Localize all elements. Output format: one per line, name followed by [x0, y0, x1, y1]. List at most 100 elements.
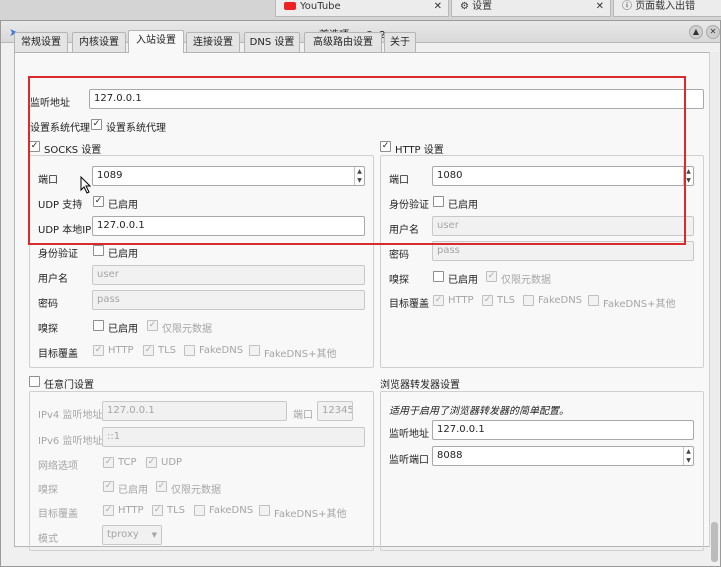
tab-routing[interactable]: 高级路由设置: [304, 32, 382, 52]
socks-sniff-checkbox[interactable]: [93, 320, 104, 331]
socks-auth-checkbox[interactable]: [93, 245, 104, 256]
vertical-scrollbar[interactable]: [709, 52, 719, 562]
http-target-fakedns-other-label: FakeDNS+其他: [603, 299, 676, 310]
socks-title: SOCKS 设置: [44, 145, 102, 156]
browser-tab-youtube[interactable]: YouTube ✕: [275, 0, 449, 17]
tproxy-meta-label: 仅限元数据: [171, 485, 221, 496]
tproxy-target-fakedns-label: FakeDNS: [209, 505, 254, 516]
close-icon[interactable]: ✕: [434, 0, 442, 14]
http-user-input[interactable]: user: [432, 216, 694, 236]
tproxy-meta-checkbox[interactable]: ✓: [156, 481, 167, 492]
socks-udp-label: UDP 支持: [38, 200, 83, 211]
tproxy-port-input[interactable]: 12345: [317, 401, 353, 421]
socks-user-label: 用户名: [38, 274, 68, 285]
forwarder-title: 浏览器转发器设置: [380, 380, 460, 391]
system-proxy-check-label: 设置系统代理: [106, 123, 166, 134]
http-sniff-label: 嗅探: [389, 275, 409, 286]
port-spinner-icon[interactable]: ▲ ▼: [683, 167, 693, 185]
tab-connection[interactable]: 连接设置: [186, 32, 240, 52]
http-user-label: 用户名: [389, 225, 419, 236]
tproxy-mode-select[interactable]: tproxy ▼: [102, 525, 162, 545]
tproxy-tcp-label: TCP: [118, 457, 137, 468]
gear-icon: ⚙: [460, 1, 473, 12]
tproxy-sniff-label: 嗅探: [38, 485, 58, 496]
browser-tab-bar: YouTube ✕ ⚙ 设置 ✕ ⓘ 页面载入出错: [0, 0, 721, 20]
socks-meta-checkbox[interactable]: ✓: [147, 320, 158, 331]
port-spinner-icon[interactable]: ▲ ▼: [354, 167, 364, 185]
socks-udp-checkbox[interactable]: ✓: [93, 196, 104, 207]
tab-about[interactable]: 关于: [384, 32, 416, 52]
system-proxy-checkbox[interactable]: ✓: [91, 119, 102, 130]
socks-meta-label: 仅限元数据: [162, 324, 212, 335]
minimize-button[interactable]: ▲: [689, 25, 703, 39]
tproxy-sniff-checkbox[interactable]: ✓: [103, 481, 114, 492]
scrollbar-thumb[interactable]: [711, 522, 718, 562]
http-target-http-checkbox[interactable]: ✓: [433, 295, 444, 306]
tproxy-port-label: 端口: [293, 410, 313, 421]
info-icon: ⓘ: [622, 1, 636, 12]
http-auth-check-label: 已启用: [448, 200, 478, 211]
socks-pass-input[interactable]: pass: [92, 290, 365, 310]
tproxy-target-http-checkbox[interactable]: ✓: [103, 505, 114, 516]
socks-pass-label: 密码: [38, 299, 58, 310]
socks-target-fakedns-checkbox[interactable]: [184, 345, 195, 356]
socks-target-fakedns-other-label: FakeDNS+其他: [264, 349, 337, 360]
http-auth-label: 身份验证: [389, 200, 429, 211]
http-port-label: 端口: [389, 175, 409, 186]
tab-kernel[interactable]: 内核设置: [72, 32, 126, 52]
http-target-fakedns-label: FakeDNS: [538, 295, 583, 306]
chevron-down-icon: ▼: [151, 531, 157, 539]
youtube-icon: [284, 2, 296, 10]
tproxy-target-http-label: HTTP: [118, 505, 144, 516]
http-target-http-label: HTTP: [448, 295, 474, 306]
socks-port-label: 端口: [38, 175, 58, 186]
close-button[interactable]: ✕: [706, 25, 720, 39]
http-sniff-checkbox[interactable]: [433, 271, 444, 282]
forwarder-address-label: 监听地址: [389, 429, 429, 440]
socks-target-tls-checkbox[interactable]: ✓: [143, 345, 154, 356]
browser-tab-error[interactable]: ⓘ 页面载入出错: [613, 0, 721, 17]
http-target-fakedns-other-checkbox[interactable]: [588, 295, 599, 306]
forwarder-address-input[interactable]: 127.0.0.1: [432, 420, 694, 440]
http-auth-checkbox[interactable]: [433, 196, 444, 207]
forwarder-description: 适用于启用了浏览器转发器的简单配置。: [389, 406, 569, 417]
tproxy-udp-label: UDP: [161, 457, 183, 468]
socks-port-input[interactable]: 1089 ▲ ▼: [92, 166, 365, 186]
tab-dns[interactable]: DNS 设置: [244, 32, 300, 52]
http-meta-checkbox[interactable]: ✓: [486, 271, 497, 282]
socks-user-input[interactable]: user: [92, 265, 365, 285]
socks-target-http-checkbox[interactable]: ✓: [93, 345, 104, 356]
tproxy-tcp-checkbox[interactable]: ✓: [103, 457, 114, 468]
forwarder-port-input[interactable]: 8088 ▲ ▼: [432, 446, 694, 466]
socks-enable-checkbox[interactable]: ✓: [29, 141, 40, 152]
http-target-fakedns-checkbox[interactable]: [523, 295, 534, 306]
socks-target-http-label: HTTP: [108, 345, 134, 356]
http-enable-checkbox[interactable]: ✓: [380, 141, 391, 152]
forwarder-port-label: 监听端口: [389, 455, 429, 466]
tproxy-udp-checkbox[interactable]: ✓: [146, 457, 157, 468]
socks-udp-ip-input[interactable]: 127.0.0.1: [92, 216, 365, 236]
tproxy-ipv4-input[interactable]: 127.0.0.1: [102, 401, 287, 421]
http-pass-input[interactable]: pass: [432, 241, 694, 261]
http-target-tls-label: TLS: [497, 295, 516, 306]
tproxy-sniff-check-label: 已启用: [118, 485, 148, 496]
tab-general[interactable]: 常规设置: [14, 32, 68, 52]
tproxy-target-fakedns-other-label: FakeDNS+其他: [274, 509, 347, 520]
socks-udp-check-label: 已启用: [108, 200, 138, 211]
tproxy-target-tls-checkbox[interactable]: ✓: [152, 505, 163, 516]
tproxy-ipv6-label: IPv6 监听地址: [38, 436, 103, 447]
socks-target-fakedns-other-checkbox[interactable]: [249, 345, 260, 356]
close-icon[interactable]: ✕: [596, 0, 604, 14]
tproxy-target-fakedns-checkbox[interactable]: [194, 505, 205, 516]
http-sniff-check-label: 已启用: [448, 275, 478, 286]
http-target-tls-checkbox[interactable]: ✓: [482, 295, 493, 306]
tproxy-ipv6-input[interactable]: ::1: [102, 427, 365, 447]
http-port-input[interactable]: 1080 ▲ ▼: [432, 166, 694, 186]
tproxy-enable-checkbox[interactable]: [29, 376, 40, 387]
tab-inbound[interactable]: 入站设置: [128, 30, 184, 53]
listen-address-input[interactable]: 127.0.0.1: [89, 89, 704, 109]
port-spinner-icon[interactable]: ▲ ▼: [683, 447, 693, 465]
http-pass-label: 密码: [389, 250, 409, 261]
browser-tab-settings[interactable]: ⚙ 设置 ✕: [451, 0, 611, 17]
tproxy-target-fakedns-other-checkbox[interactable]: [259, 505, 270, 516]
